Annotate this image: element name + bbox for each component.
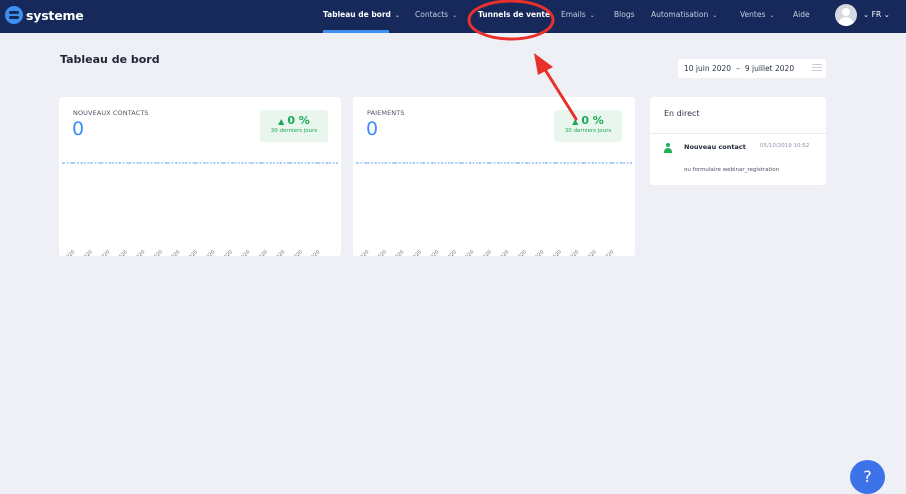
annotation-overlay [467, 0, 578, 121]
annotation-arrow-shaft [542, 66, 578, 121]
annotation-arrow-head [534, 53, 553, 75]
help-button[interactable]: ? [850, 460, 885, 494]
annotation-circle [467, 0, 555, 41]
